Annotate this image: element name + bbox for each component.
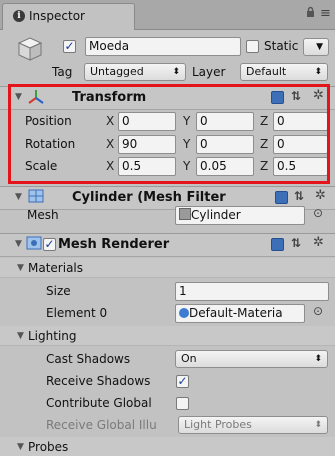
- receive-gi-dropdown[interactable]: Light Probes ⬍: [178, 416, 328, 434]
- dropdown-arrow-icon: ⬍: [314, 420, 322, 430]
- highlight-box: [8, 84, 330, 184]
- gameobject-cube-icon: [17, 36, 43, 65]
- static-label: Static: [264, 39, 299, 53]
- tag-dropdown[interactable]: Untagged ⬍: [84, 63, 186, 81]
- static-checkbox[interactable]: [246, 40, 259, 53]
- fold-arrow-icon[interactable]: ▼: [15, 192, 22, 202]
- contribute-global-checkbox[interactable]: [176, 397, 189, 410]
- object-picker-icon[interactable]: ⊙: [313, 304, 323, 318]
- lighting-label: Lighting: [28, 329, 77, 343]
- preset-icon[interactable]: ⇅: [294, 189, 304, 203]
- receive-shadows-checkbox[interactable]: ✓: [176, 375, 189, 388]
- receive-shadows-label: Receive Shadows: [46, 374, 151, 388]
- preset-icon[interactable]: ⇅: [291, 236, 301, 250]
- object-picker-icon[interactable]: ⊙: [313, 206, 323, 220]
- material-sphere-icon: [179, 308, 189, 318]
- element-0-field[interactable]: Default-Materia: [175, 304, 305, 323]
- probes-label: Probes: [28, 440, 69, 454]
- dropdown-arrow-icon: ⬍: [314, 354, 322, 364]
- layer-label: Layer: [192, 65, 226, 79]
- help-icon[interactable]: [271, 238, 284, 251]
- tag-label: Tag: [52, 65, 73, 79]
- fold-arrow-icon[interactable]: ▼: [17, 263, 24, 273]
- fold-arrow-icon[interactable]: ▼: [15, 239, 22, 249]
- dropdown-arrow-icon: ⬍: [172, 67, 180, 77]
- tab-menu-icon[interactable]: ≡: [320, 6, 331, 21]
- dropdown-arrow-icon: ⬍: [314, 67, 322, 77]
- mesh-label: Mesh: [27, 208, 59, 222]
- cast-shadows-dropdown[interactable]: On ⬍: [175, 350, 328, 368]
- mesh-filter-icon: [28, 188, 44, 207]
- mesh-grid-icon: [179, 208, 191, 220]
- mesh-renderer-title: Mesh Renderer: [58, 237, 170, 252]
- fold-arrow-icon[interactable]: ▼: [17, 442, 24, 452]
- receive-gi-label: Receive Global Illu: [46, 418, 157, 432]
- mesh-filter-title: Cylinder (Mesh Filter: [72, 190, 226, 205]
- gear-icon[interactable]: ✲: [315, 188, 326, 203]
- tab-inspector-label: Inspector: [29, 9, 85, 23]
- gear-icon[interactable]: ✲: [313, 235, 324, 250]
- size-label: Size: [46, 284, 71, 298]
- fold-arrow-icon[interactable]: ▼: [17, 331, 24, 341]
- mesh-renderer-enabled-checkbox[interactable]: ✓: [43, 238, 56, 251]
- element-0-label: Element 0: [46, 306, 108, 320]
- cast-shadows-label: Cast Shadows: [46, 352, 131, 366]
- contribute-global-label: Contribute Global: [46, 396, 152, 410]
- materials-label: Materials: [28, 261, 84, 275]
- tab-inspector[interactable]: i Inspector: [2, 3, 135, 30]
- mesh-field[interactable]: Cylinder: [175, 206, 305, 225]
- help-icon[interactable]: [275, 191, 288, 204]
- info-icon: i: [13, 10, 25, 22]
- active-checkbox[interactable]: ✓: [63, 40, 76, 53]
- materials-size-field[interactable]: 1: [175, 282, 329, 301]
- lock-icon[interactable]: [306, 6, 315, 20]
- object-name-input[interactable]: Moeda: [85, 37, 241, 56]
- layer-dropdown[interactable]: Default ⬍: [240, 63, 328, 81]
- mesh-renderer-icon: [26, 235, 42, 254]
- static-dropdown[interactable]: ▼: [303, 38, 329, 56]
